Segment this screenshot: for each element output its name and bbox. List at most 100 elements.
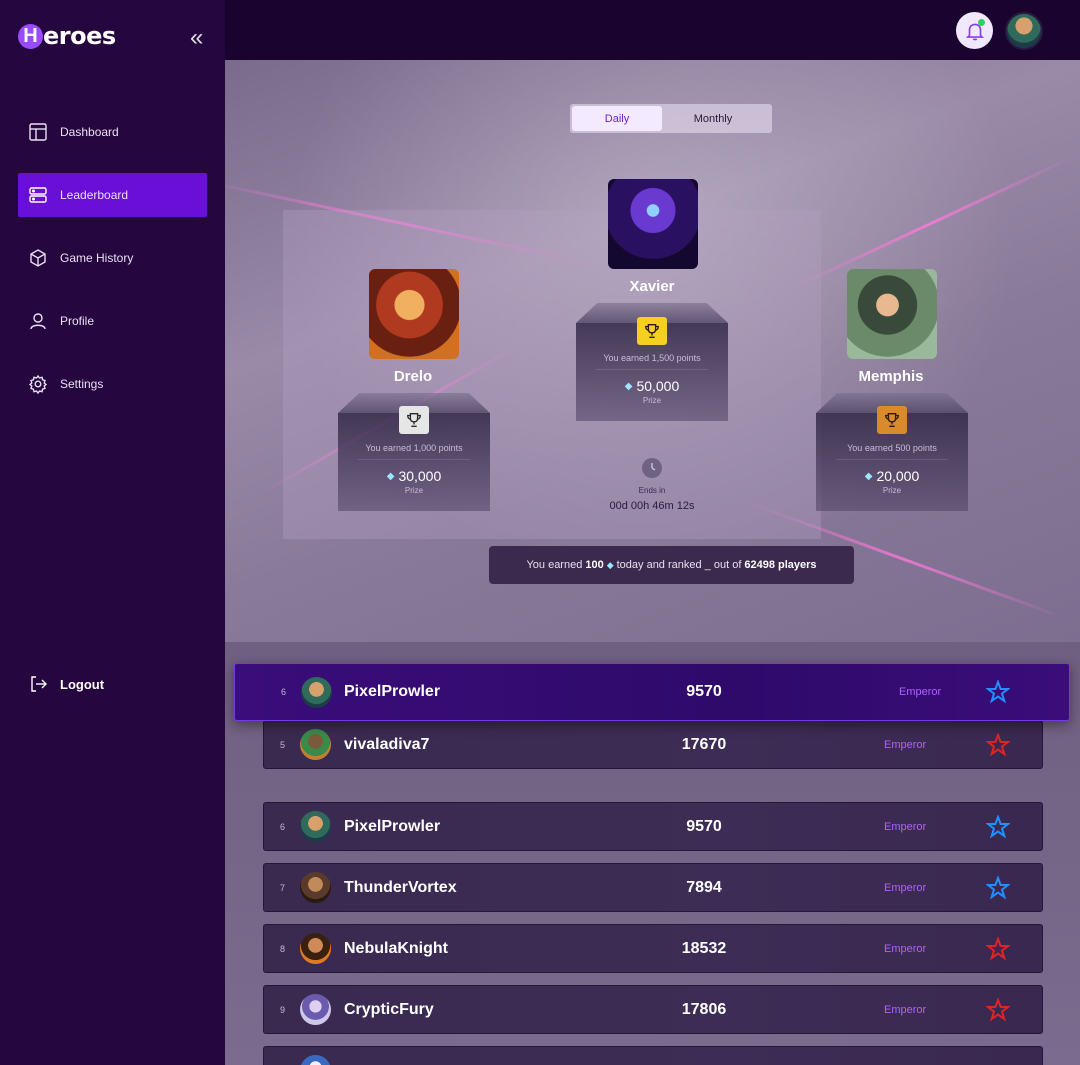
logout-icon	[31, 676, 47, 692]
earned-points: You earned 500 points	[847, 443, 937, 453]
star-icon	[986, 680, 1010, 704]
first-place-podium: You earned 1,500 points ◆ 50,000 Prize	[576, 303, 728, 421]
second-place-name: Drelo	[393, 368, 433, 385]
second-place-avatar[interactable]	[369, 269, 459, 359]
rank: 9	[280, 1004, 286, 1015]
user-avatar[interactable]	[1005, 12, 1043, 50]
tier-label: Emperor	[884, 881, 927, 894]
username: CrypticFury	[344, 1000, 434, 1018]
earned-points: You earned 1,000 points	[365, 443, 463, 453]
prize-label: Prize	[882, 486, 902, 495]
username: PixelProwler	[344, 817, 441, 835]
star-icon	[986, 875, 1010, 900]
app-logo[interactable]: H eroes	[18, 22, 116, 50]
divider	[358, 459, 470, 460]
trophy-icon	[877, 406, 907, 434]
banner-players: 62498 players	[744, 559, 817, 571]
rank: 5	[280, 739, 286, 750]
trophy-icon	[399, 406, 429, 434]
table-row[interactable]: 9 CrypticFury 17806 Emperor	[263, 985, 1043, 1034]
prize-amount: ◆ 50,000	[576, 378, 728, 394]
sidebar-item-game-history[interactable]: Game History	[18, 236, 207, 280]
avatar	[300, 729, 331, 760]
first-place-avatar[interactable]	[608, 179, 698, 269]
prize-value: 20,000	[876, 468, 920, 484]
gem-icon: ◆	[864, 470, 873, 482]
sidebar-item-leaderboard[interactable]: Leaderboard	[18, 173, 207, 217]
tier-label: Emperor	[884, 820, 927, 833]
table-row[interactable]: 6 PixelProwler 9570 Emperor	[263, 802, 1043, 851]
collapse-sidebar-icon[interactable]: «	[190, 26, 203, 50]
rank: 6	[281, 687, 287, 697]
star-icon	[986, 814, 1010, 839]
rank: 6	[280, 821, 286, 832]
username: ThunderVortex	[344, 878, 457, 896]
sidebar: H eroes « Dashboard Leaderboard Game His…	[0, 0, 225, 1065]
avatar	[300, 994, 331, 1025]
prize-value: 30,000	[398, 468, 442, 484]
avatar	[300, 811, 331, 842]
period-toggle: Daily Monthly	[570, 104, 772, 133]
tier-label: Emperor	[884, 738, 927, 751]
star-icon	[986, 936, 1010, 961]
rank: 7	[280, 882, 286, 893]
sidebar-item-settings[interactable]: Settings	[18, 362, 207, 406]
table-row[interactable]: 7 ThunderVortex 7894 Emperor	[263, 863, 1043, 912]
score: 9570	[686, 683, 722, 700]
score: 17670	[681, 735, 727, 753]
leaderboard-list: 5 vivaladiva7 17670 Emperor 6 PixelProwl…	[225, 642, 1080, 1065]
score: 18532	[681, 939, 727, 957]
avatar	[300, 933, 331, 964]
username: vivaladiva7	[344, 735, 430, 753]
prize-label: Prize	[642, 396, 662, 405]
sidebar-item-label: Dashboard	[60, 125, 119, 139]
logout-button[interactable]: Logout	[28, 674, 104, 694]
sidebar-item-dashboard[interactable]: Dashboard	[18, 110, 207, 154]
tab-daily[interactable]: Daily	[572, 106, 662, 131]
current-user-row[interactable]: 6 PixelProwler 9570 Emperor	[234, 663, 1070, 721]
prize-amount: ◆ 20,000	[816, 468, 968, 484]
gem-icon: ◆	[606, 559, 614, 570]
prize-label: Prize	[404, 486, 424, 495]
gem-icon: ◆	[624, 380, 633, 392]
rank: 8	[280, 943, 286, 954]
notifications-button[interactable]	[956, 12, 993, 49]
daily-earnings-banner: You earned 100 ◆ today and ranked _ out …	[489, 546, 854, 584]
clock-icon	[642, 458, 662, 478]
tab-monthly[interactable]: Monthly	[662, 106, 764, 131]
top-bar	[225, 0, 1080, 60]
tier-label: Emperor	[884, 1003, 927, 1016]
logo-badge: H	[18, 23, 43, 49]
banner-amount: 100	[585, 559, 604, 571]
second-place-podium: You earned 1,000 points ◆ 30,000 Prize	[338, 393, 490, 511]
trophy-icon	[637, 317, 667, 345]
notification-dot	[978, 19, 985, 26]
gear-icon	[28, 374, 48, 394]
countdown-label: Ends in	[638, 486, 666, 495]
avatar	[300, 872, 331, 903]
third-place-avatar[interactable]	[847, 269, 937, 359]
sidebar-item-label: Profile	[60, 314, 95, 328]
divider	[596, 369, 708, 370]
banner-middle: today and ranked _ out of	[616, 559, 742, 571]
sidebar-item-profile[interactable]: Profile	[18, 299, 207, 343]
first-place-name: Xavier	[629, 278, 675, 295]
table-row-partial[interactable]	[263, 1046, 1043, 1065]
countdown-timer: 00d 00h 46m 12s	[609, 500, 695, 512]
layout-icon	[29, 123, 47, 141]
logo-text: eroes	[43, 22, 116, 50]
divider	[836, 459, 948, 460]
gem-icon: ◆	[386, 470, 395, 482]
prize-amount: ◆ 30,000	[338, 468, 490, 484]
sidebar-item-label: Settings	[60, 377, 104, 391]
username: PixelProwler	[344, 683, 441, 700]
avatar	[300, 1055, 331, 1065]
star-icon	[986, 732, 1010, 757]
tier-label: Emperor	[884, 942, 927, 955]
banner-prefix: You earned	[526, 559, 583, 571]
table-row[interactable]: 8 NebulaKnight 18532 Emperor	[263, 924, 1043, 973]
table-row[interactable]: 5 vivaladiva7 17670 Emperor	[263, 720, 1043, 769]
cube-icon	[30, 249, 46, 267]
tier-label: Emperor	[899, 686, 942, 698]
third-place-name: Memphis	[858, 368, 924, 385]
